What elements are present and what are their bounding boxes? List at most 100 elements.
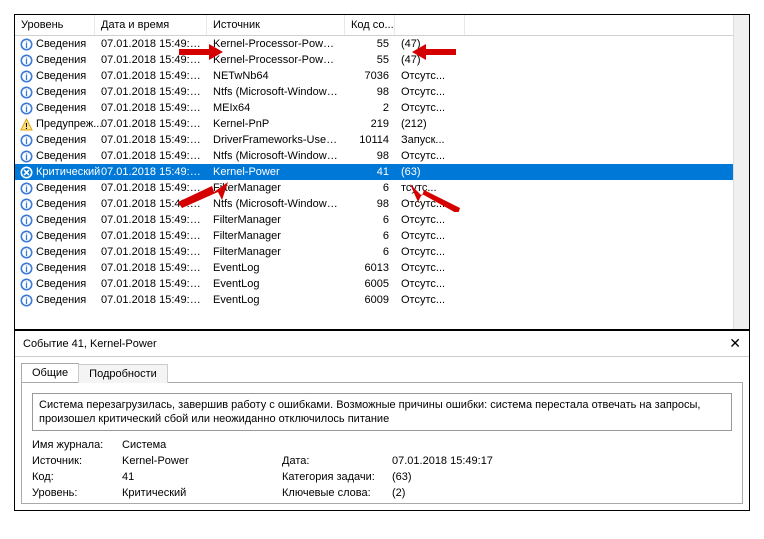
cell-level: Сведения [36,294,86,306]
table-row[interactable]: iСведения07.01.2018 15:49:15Ntfs (Micros… [15,196,733,212]
cell-datetime: 07.01.2018 15:49:21 [95,70,207,82]
table-header: Уровень Дата и время Источник Код со... [15,15,733,36]
cell-level: Сведения [36,134,86,146]
cell-level: Сведения [36,230,86,242]
cell-extra: (63) [395,166,465,178]
cell-extra: Отсутс... [395,262,465,274]
tab-general[interactable]: Общие [21,363,79,382]
cell-source: NETwNb64 [207,70,345,82]
col-datetime[interactable]: Дата и время [95,15,207,35]
table-row[interactable]: i Сведения 07.01.2018 15:49:51EventLog6013… [15,260,733,276]
svg-text:i: i [25,104,28,114]
scrollbar[interactable] [733,15,749,329]
svg-text:i: i [25,280,28,290]
cell-source: Kernel-Processor-Power (Mi... [207,54,345,66]
val-code: 41 [122,471,282,483]
cell-level: Сведения [36,70,86,82]
table-row[interactable]: !Предупреж...07.01.2018 15:49:20Kernel-P… [15,116,733,132]
info-icon: i [19,133,33,147]
cell-level: Сведения [36,38,86,50]
val-level: Критический [122,487,282,499]
cell-code: 6 [345,246,395,258]
cell-extra: Отсутс... [395,278,465,290]
table-row[interactable]: iСведения07.01.2018 15:49:10FilterManage… [15,228,733,244]
cell-extra: Отсутс... [395,294,465,306]
cell-source: Kernel-PnP [207,118,345,130]
col-level[interactable]: Уровень [15,15,95,35]
cell-datetime: 07.01.2018 15:49:51 [95,262,207,274]
info-icon: i [19,245,33,259]
cell-datetime: 07.01.2018 15:49:19 [95,150,207,162]
cell-extra: Отсутс... [395,102,465,114]
cell-source: EventLog [207,278,345,290]
col-code[interactable]: Код со... [345,15,395,35]
table-row[interactable]: iСведения07.01.2018 15:49:20DriverFramew… [15,132,733,148]
cell-extra: (212) [395,118,465,130]
cell-level: Сведения [36,246,86,258]
col-source[interactable]: Источник [207,15,345,35]
tab-details[interactable]: Подробности [78,364,168,383]
cell-level: Сведения [36,86,86,98]
warn-icon: ! [19,117,33,131]
svg-text:i: i [25,136,28,146]
table-row[interactable]: iСведения07.01.2018 15:49:21Kernel-Proce… [15,36,733,52]
cell-datetime: 07.01.2018 15:49:10 [95,214,207,226]
svg-text:i: i [25,72,28,82]
val-date: 07.01.2018 15:49:17 [392,455,592,467]
cell-extra: Отсутс... [395,86,465,98]
info-icon: i [19,69,33,83]
cell-code: 6005 [345,278,395,290]
cell-code: 6 [345,182,395,194]
svg-text:i: i [25,152,28,162]
table-row[interactable]: iСведения07.01.2018 15:49:17FilterManage… [15,180,733,196]
lbl-source: Источник: [32,455,122,467]
cell-source: EventLog [207,294,345,306]
cell-level: Сведения [36,102,86,114]
table-row[interactable]: iСведения07.01.2018 15:49:19Ntfs (Micros… [15,148,733,164]
cell-extra: Отсутс... [395,150,465,162]
close-icon[interactable]: ✕ [729,335,741,352]
cell-code: 2 [345,102,395,114]
table-row[interactable]: Критический07.01.2018 15:49:17Kernel-Pow… [15,164,733,180]
col-extra[interactable] [395,15,465,35]
annotation-arrow [178,182,228,213]
detail-pane: Событие 41, Kernel-Power ✕ Общие Подробн… [15,331,749,510]
cell-code: 98 [345,150,395,162]
cell-source: Ntfs (Microsoft-Windows-N... [207,150,345,162]
table-row[interactable]: iСведения07.01.2018 15:49:21MEIx642Отсут… [15,100,733,116]
val-log: Система [122,439,282,451]
info-icon: i [19,261,33,275]
table-row[interactable]: iСведения07.01.2018 15:49:51EventLog6005… [15,276,733,292]
svg-text:i: i [25,200,28,210]
table-row[interactable]: iСведения07.01.2018 15:49:10FilterManage… [15,212,733,228]
cell-extra: Отсутс... [395,230,465,242]
cell-source: MEIx64 [207,102,345,114]
svg-text:i: i [25,216,28,226]
table-row[interactable]: iСведения07.01.2018 15:49:21Kernel-Proce… [15,52,733,68]
cell-code: 98 [345,198,395,210]
cell-level: Сведения [36,198,86,210]
table-row[interactable]: iСведения07.01.2018 15:49:51EventLog6009… [15,292,733,308]
info-icon: i [19,213,33,227]
lbl-date: Дата: [282,455,392,467]
svg-text:i: i [25,264,28,274]
table-row[interactable]: iСведения07.01.2018 15:49:21NETwNb647036… [15,68,733,84]
table-row[interactable]: iСведения07.01.2018 15:49:10FilterManage… [15,244,733,260]
svg-text:i: i [25,56,28,66]
cell-level: Сведения [36,262,86,274]
cell-code: 6 [345,214,395,226]
cell-level: Критический [36,166,100,178]
lbl-level: Уровень: [32,487,122,499]
table-row[interactable]: iСведения07.01.2018 15:49:21Ntfs (Micros… [15,84,733,100]
cell-datetime: 07.01.2018 15:49:10 [95,246,207,258]
lbl-keywords: Ключевые слова: [282,487,392,499]
cell-code: 6013 [345,262,395,274]
event-rows[interactable]: iСведения07.01.2018 15:49:21Kernel-Proce… [15,36,733,329]
info-icon: i [19,101,33,115]
svg-text:i: i [25,296,28,306]
cell-source: EventLog [207,262,345,274]
val-keywords: (2) [392,487,592,499]
svg-text:i: i [25,184,28,194]
info-icon: i [19,197,33,211]
cell-source: FilterManager [207,230,345,242]
